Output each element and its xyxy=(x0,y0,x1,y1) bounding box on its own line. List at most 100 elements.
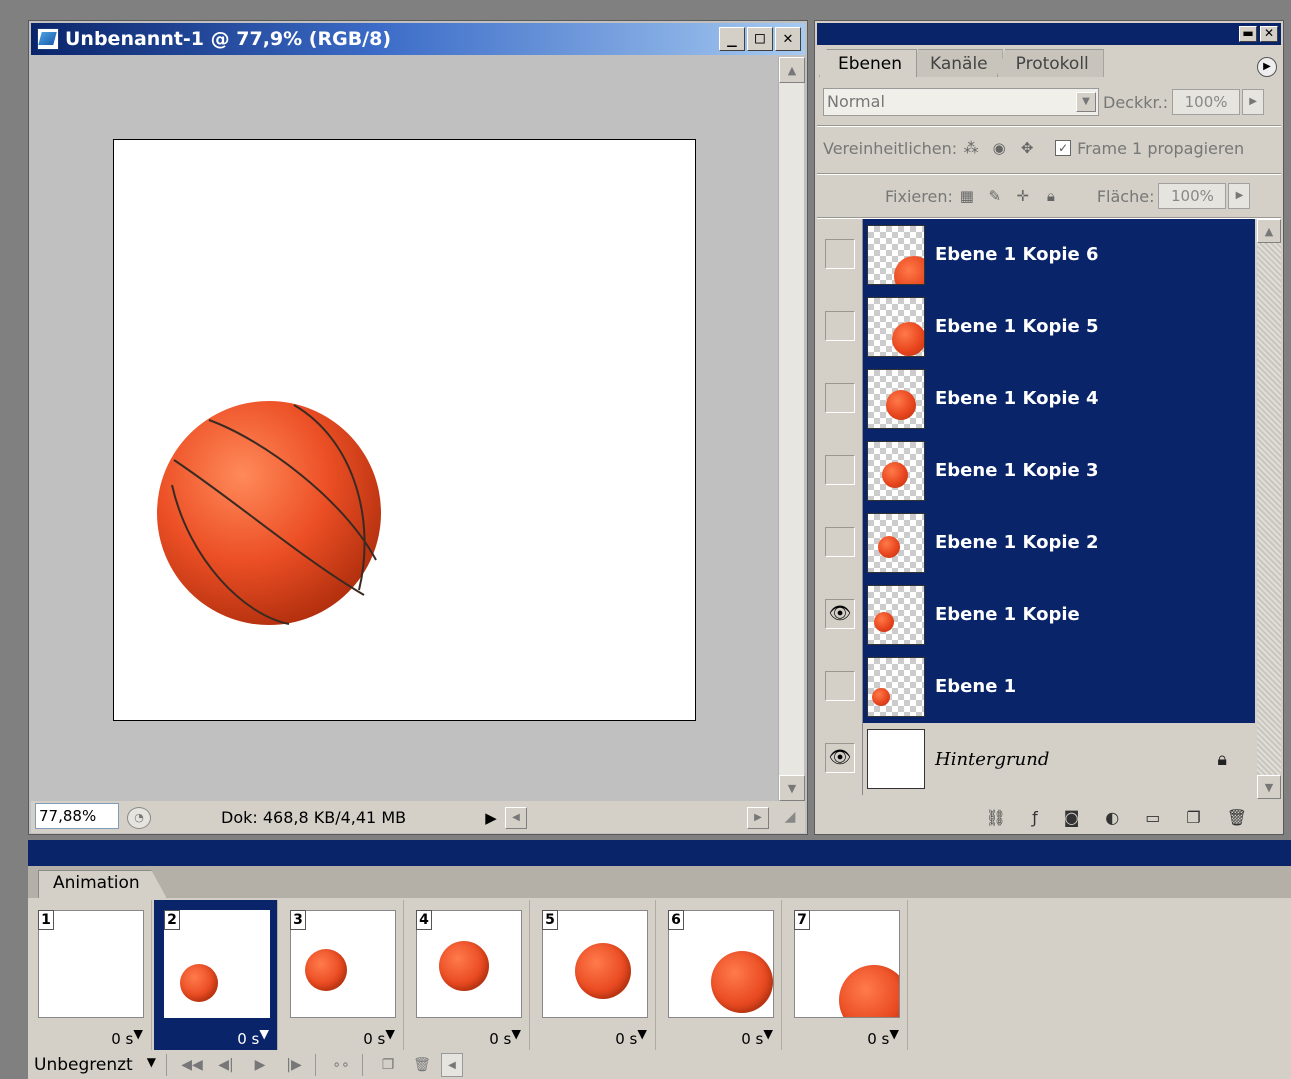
layer-main[interactable]: Ebene 1 Kopie 5 xyxy=(863,290,1255,363)
panel-titlebar[interactable]: ▬ ✕ xyxy=(817,23,1281,45)
animation-frame[interactable]: 5 0 s▼ xyxy=(532,900,656,1050)
frame-delay[interactable]: 0 s▼ xyxy=(237,1026,269,1048)
layer-row[interactable]: Ebene 1 Kopie 3 xyxy=(819,434,1255,507)
scroll-down-arrow-icon[interactable]: ▼ xyxy=(779,775,805,801)
close-button[interactable]: ✕ xyxy=(775,27,801,51)
status-menu-icon[interactable]: ◔ xyxy=(127,807,151,829)
status-arrow-icon[interactable]: ▶ xyxy=(481,807,501,829)
layer-row[interactable]: Ebene 1 Kopie 6 xyxy=(819,219,1255,291)
layer-row[interactable]: 👁︎ Ebene 1 Kopie xyxy=(819,578,1255,651)
minimize-button[interactable]: _ xyxy=(719,27,745,51)
tab-kanaele[interactable]: Kanäle xyxy=(911,49,1003,77)
tab-protokoll[interactable]: Protokoll xyxy=(996,49,1104,77)
frame-delay[interactable]: 0 s▼ xyxy=(867,1026,899,1048)
basketball-image[interactable] xyxy=(157,401,381,625)
opacity-field[interactable]: 100% xyxy=(1172,89,1241,115)
scroll-up-arrow-icon[interactable]: ▲ xyxy=(1257,219,1281,243)
visibility-cell[interactable] xyxy=(819,506,863,579)
frame-delay[interactable]: 0 s▼ xyxy=(111,1026,143,1048)
adjustment-layer-icon[interactable]: ◐ xyxy=(1105,808,1119,827)
visibility-toggle[interactable] xyxy=(825,670,855,701)
new-layer-icon[interactable]: ❐ xyxy=(1186,808,1200,827)
layer-row[interactable]: Ebene 1 xyxy=(819,650,1255,723)
visibility-toggle[interactable] xyxy=(825,238,855,269)
visibility-toggle[interactable] xyxy=(825,526,855,557)
animation-frame[interactable]: 7 0 s▼ xyxy=(784,900,908,1050)
trash-icon[interactable]: 🗑︎ xyxy=(1227,808,1247,827)
document-titlebar[interactable]: Unbenannt-1 @ 77,9% (RGB/8) _ □ ✕ xyxy=(31,23,805,55)
animation-frame[interactable]: 6 0 s▼ xyxy=(658,900,782,1050)
layer-row[interactable]: Ebene 1 Kopie 2 xyxy=(819,506,1255,579)
lock-transparency-icon[interactable]: ▦ xyxy=(956,185,978,207)
unify-position-icon[interactable]: ⁂ xyxy=(960,137,982,159)
unify-visibility-icon[interactable]: ◉ xyxy=(988,137,1010,159)
fill-field[interactable]: 100% xyxy=(1158,183,1227,209)
lock-move-icon[interactable]: ✛ xyxy=(1012,185,1034,207)
fill-arrow-icon[interactable]: ▶ xyxy=(1228,183,1251,209)
visibility-cell[interactable] xyxy=(819,290,863,363)
layer-main[interactable]: Ebene 1 Kopie 2 xyxy=(863,506,1255,579)
animation-frame[interactable]: 1 0 s▼ xyxy=(28,900,152,1050)
scroll-right-arrow-icon[interactable]: ▶ xyxy=(747,807,769,829)
propagate-checkbox[interactable]: ✓ xyxy=(1055,140,1072,156)
layer-mask-icon[interactable]: ◙ xyxy=(1064,808,1080,827)
visibility-cell[interactable]: 👁︎ xyxy=(819,723,863,795)
lock-brush-icon[interactable]: ✎ xyxy=(984,185,1006,207)
panel-minimize-button[interactable]: ▬ xyxy=(1239,26,1257,42)
link-layers-icon[interactable]: ⛓ xyxy=(986,808,1006,827)
panel-menu-icon[interactable]: ▶ xyxy=(1257,57,1277,77)
visibility-toggle[interactable] xyxy=(825,454,855,485)
animation-frame[interactable]: 2 0 s▼ xyxy=(154,900,278,1050)
layer-list-scrollbar[interactable]: ▲ ▼ xyxy=(1257,219,1281,799)
visibility-toggle[interactable] xyxy=(825,310,855,341)
lock-all-icon[interactable]: 🔒︎ xyxy=(1040,185,1062,207)
layer-main[interactable]: Hintergrund 🔒︎ xyxy=(863,723,1255,795)
new-group-icon[interactable]: ▭ xyxy=(1145,808,1160,827)
animation-titlebar[interactable] xyxy=(28,840,1291,866)
zoom-field[interactable]: 77,88% xyxy=(35,803,119,829)
frame-delay[interactable]: 0 s▼ xyxy=(741,1026,773,1048)
frame-delay[interactable]: 0 s▼ xyxy=(615,1026,647,1048)
scroll-left-arrow-icon[interactable]: ◀ xyxy=(441,1052,463,1077)
tween-icon[interactable]: ∘∘ xyxy=(326,1053,356,1077)
chevron-down-icon[interactable]: ▼ xyxy=(1076,92,1096,112)
opacity-arrow-icon[interactable]: ▶ xyxy=(1242,89,1265,115)
layer-row[interactable]: Ebene 1 Kopie 5 xyxy=(819,290,1255,363)
visibility-cell[interactable] xyxy=(819,650,863,723)
maximize-button[interactable]: □ xyxy=(747,27,773,51)
scroll-down-arrow-icon[interactable]: ▼ xyxy=(1257,775,1281,799)
eye-icon[interactable]: 👁︎ xyxy=(825,743,855,773)
animation-frame[interactable]: 3 0 s▼ xyxy=(280,900,404,1050)
tab-animation[interactable]: Animation xyxy=(38,870,167,898)
next-frame-icon[interactable]: |▶ xyxy=(279,1053,309,1077)
layer-main[interactable]: Ebene 1 Kopie 4 xyxy=(863,362,1255,435)
previous-frame-icon[interactable]: ◀| xyxy=(211,1053,241,1077)
layer-row[interactable]: 👁︎ Hintergrund 🔒︎ xyxy=(819,723,1255,795)
visibility-cell[interactable] xyxy=(819,434,863,507)
visibility-toggle[interactable] xyxy=(825,382,855,413)
canvas-area[interactable] xyxy=(31,57,776,817)
loop-select[interactable]: Unbegrenzt ▼ xyxy=(28,1055,160,1075)
frame-delay[interactable]: 0 s▼ xyxy=(489,1026,521,1048)
visibility-cell[interactable] xyxy=(819,362,863,435)
layer-main[interactable]: Ebene 1 Kopie xyxy=(863,578,1255,651)
play-icon[interactable]: ▶ xyxy=(245,1053,275,1077)
scroll-left-arrow-icon[interactable]: ◀ xyxy=(505,807,527,829)
frame-delay[interactable]: 0 s▼ xyxy=(363,1026,395,1048)
vertical-scrollbar[interactable]: ▲ ▼ xyxy=(778,57,805,817)
duplicate-frame-icon[interactable]: ❐ xyxy=(373,1053,403,1077)
eye-icon[interactable]: 👁︎ xyxy=(825,598,855,629)
trash-icon[interactable]: 🗑︎ xyxy=(407,1053,437,1077)
tab-ebenen[interactable]: Ebenen xyxy=(819,49,917,77)
layer-style-icon[interactable]: ƒ xyxy=(1032,808,1038,827)
document-canvas[interactable] xyxy=(113,139,696,721)
first-frame-icon[interactable]: ◀◀ xyxy=(177,1053,207,1077)
scroll-up-arrow-icon[interactable]: ▲ xyxy=(779,57,805,83)
unify-style-icon[interactable]: ✥ xyxy=(1016,137,1038,159)
layer-main[interactable]: Ebene 1 xyxy=(863,650,1255,723)
panel-close-button[interactable]: ✕ xyxy=(1260,26,1278,42)
resize-grip-icon[interactable]: ◢ xyxy=(779,809,801,831)
layer-main[interactable]: Ebene 1 Kopie 3 xyxy=(863,434,1255,507)
layer-main[interactable]: Ebene 1 Kopie 6 xyxy=(863,219,1255,291)
layer-row[interactable]: Ebene 1 Kopie 4 xyxy=(819,362,1255,435)
